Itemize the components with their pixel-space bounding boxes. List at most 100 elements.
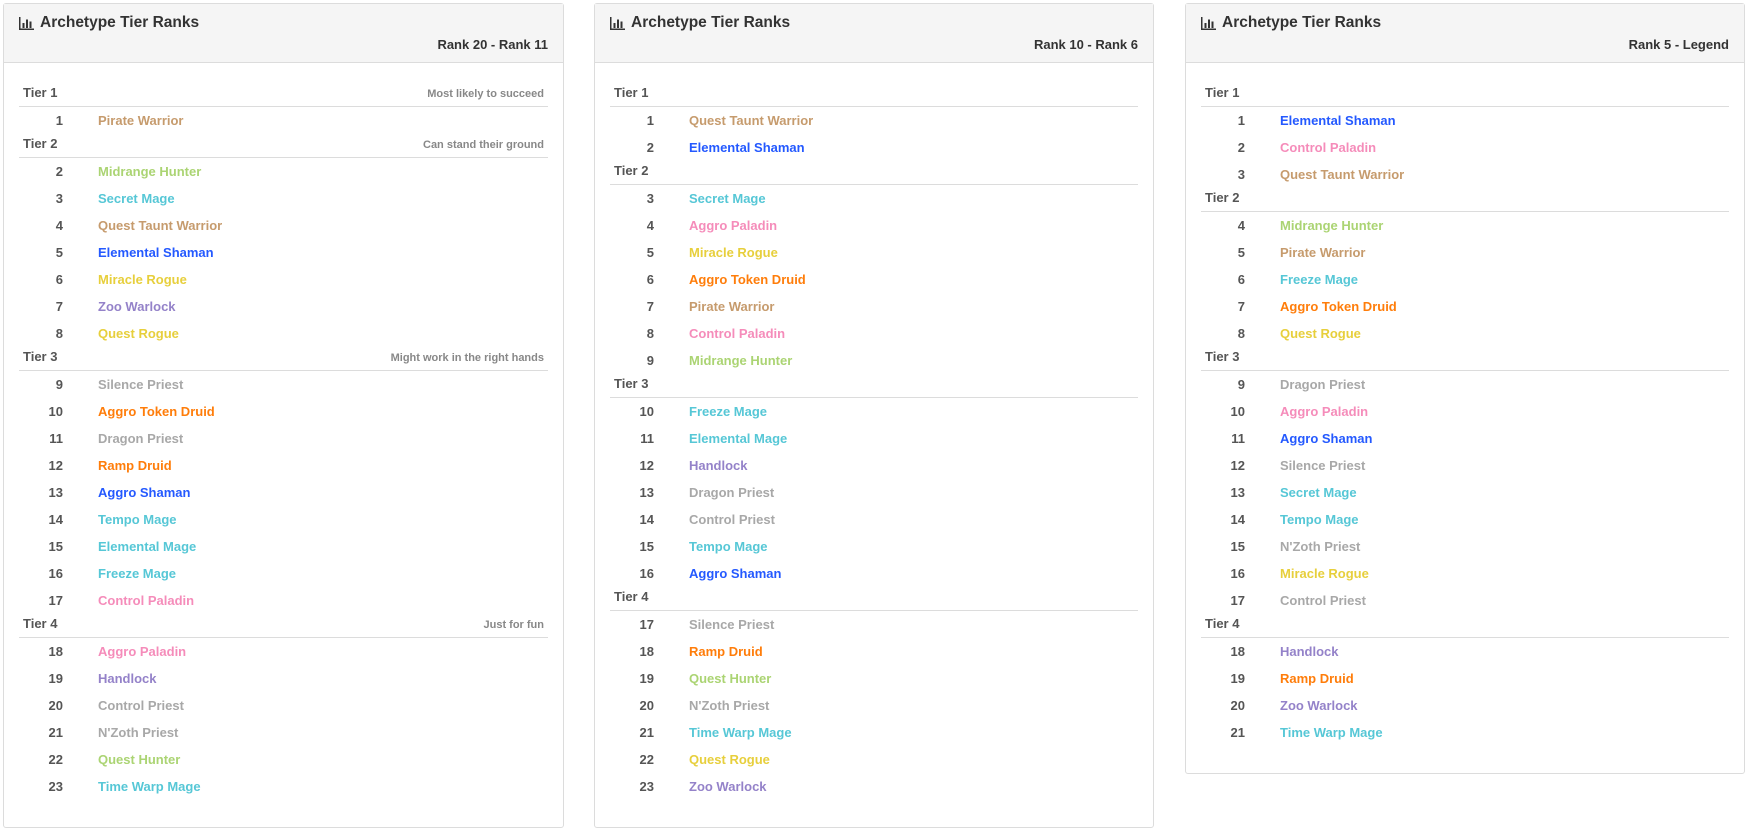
- archetype-name-link[interactable]: Pirate Warrior: [98, 113, 184, 128]
- archetype-name-link[interactable]: Time Warp Mage: [1280, 725, 1383, 740]
- archetype-row: 10 Freeze Mage: [610, 398, 1138, 425]
- archetype-rank: 17: [48, 593, 63, 608]
- archetype-name-link[interactable]: Time Warp Mage: [98, 779, 201, 794]
- archetype-name-link[interactable]: N'Zoth Priest: [689, 698, 769, 713]
- archetype-row: 17 Silence Priest: [610, 611, 1138, 638]
- archetype-name-link[interactable]: Quest Rogue: [1280, 326, 1361, 341]
- archetype-name-link[interactable]: Midrange Hunter: [1280, 218, 1383, 233]
- archetype-name-link[interactable]: Handlock: [689, 458, 748, 473]
- archetype-name-link[interactable]: Midrange Hunter: [689, 353, 792, 368]
- archetype-name-link[interactable]: Control Priest: [689, 512, 775, 527]
- archetype-name-link[interactable]: Secret Mage: [98, 191, 175, 206]
- archetype-name-link[interactable]: Time Warp Mage: [689, 725, 792, 740]
- archetype-name-link[interactable]: Miracle Rogue: [98, 272, 187, 287]
- archetype-name-link[interactable]: Aggro Token Druid: [689, 272, 806, 287]
- archetype-row: 17 Control Priest: [1201, 587, 1729, 614]
- archetype-rank: 7: [55, 299, 63, 314]
- archetype-name-link[interactable]: Dragon Priest: [98, 431, 183, 446]
- archetype-name-link[interactable]: Freeze Mage: [1280, 272, 1358, 287]
- archetype-name-link[interactable]: Aggro Shaman: [689, 566, 781, 581]
- archetype-rank: 6: [1237, 272, 1245, 287]
- archetype-rank: 1: [646, 113, 654, 128]
- archetype-rank: 16: [639, 566, 654, 581]
- archetype-name-link[interactable]: Quest Hunter: [689, 671, 771, 686]
- archetype-name-link[interactable]: Silence Priest: [98, 377, 183, 392]
- archetype-name-link[interactable]: Aggro Token Druid: [1280, 299, 1397, 314]
- archetype-name-link[interactable]: Control Paladin: [689, 326, 785, 341]
- archetype-name-link[interactable]: Tempo Mage: [1280, 512, 1359, 527]
- archetype-name-link[interactable]: Quest Rogue: [98, 326, 179, 341]
- archetype-row: 19 Ramp Druid: [1201, 665, 1729, 692]
- archetype-name-link[interactable]: Secret Mage: [689, 191, 766, 206]
- archetype-name-link[interactable]: N'Zoth Priest: [1280, 539, 1360, 554]
- archetype-name-link[interactable]: Ramp Druid: [98, 458, 172, 473]
- archetype-name-link[interactable]: Aggro Paladin: [689, 218, 777, 233]
- archetype-name-link[interactable]: Aggro Token Druid: [98, 404, 215, 419]
- archetype-name-link[interactable]: Zoo Warlock: [98, 299, 176, 314]
- archetype-name-link[interactable]: Aggro Paladin: [98, 644, 186, 659]
- archetype-name-link[interactable]: Zoo Warlock: [1280, 698, 1358, 713]
- archetype-name-link[interactable]: Dragon Priest: [689, 485, 774, 500]
- tier-description: Just for fun: [483, 619, 545, 631]
- archetype-name-link[interactable]: Quest Taunt Warrior: [98, 218, 222, 233]
- archetype-name-link[interactable]: Ramp Druid: [1280, 671, 1354, 686]
- archetype-name-link[interactable]: N'Zoth Priest: [98, 725, 178, 740]
- archetype-row: 4 Aggro Paladin: [610, 212, 1138, 239]
- archetype-row: 22 Quest Rogue: [610, 746, 1138, 773]
- archetype-name-link[interactable]: Secret Mage: [1280, 485, 1357, 500]
- archetype-row: 5 Elemental Shaman: [19, 239, 548, 266]
- archetype-row: 13 Dragon Priest: [610, 479, 1138, 506]
- archetype-name-link[interactable]: Aggro Shaman: [98, 485, 190, 500]
- archetype-name-link[interactable]: Tempo Mage: [689, 539, 768, 554]
- archetype-name-link[interactable]: Quest Hunter: [98, 752, 180, 767]
- archetype-row: 15 N'Zoth Priest: [1201, 533, 1729, 560]
- archetype-name-link[interactable]: Elemental Shaman: [689, 140, 805, 155]
- archetype-name-link[interactable]: Aggro Paladin: [1280, 404, 1368, 419]
- archetype-name-link[interactable]: Silence Priest: [689, 617, 774, 632]
- archetype-name-link[interactable]: Dragon Priest: [1280, 377, 1365, 392]
- tier-label: Tier 4: [23, 616, 58, 631]
- tier-header: Tier 1: [610, 83, 1138, 107]
- archetype-name-link[interactable]: Elemental Shaman: [1280, 113, 1396, 128]
- archetype-rank: 6: [646, 272, 654, 287]
- archetype-name-link[interactable]: Handlock: [98, 671, 157, 686]
- archetype-row: 18 Ramp Druid: [610, 638, 1138, 665]
- archetype-rank: 9: [1237, 377, 1245, 392]
- archetype-name-link[interactable]: Silence Priest: [1280, 458, 1365, 473]
- archetype-name-link[interactable]: Elemental Mage: [689, 431, 787, 446]
- archetype-name-link[interactable]: Pirate Warrior: [689, 299, 775, 314]
- archetype-name-link[interactable]: Midrange Hunter: [98, 164, 201, 179]
- archetype-rank: 15: [1230, 539, 1245, 554]
- archetype-name-link[interactable]: Tempo Mage: [98, 512, 177, 527]
- panel-body: Tier 1 1 Elemental Shaman 2 Control Paladin 3…: [1186, 63, 1744, 746]
- archetype-name-link[interactable]: Pirate Warrior: [1280, 245, 1366, 260]
- tier-description: Can stand their ground: [423, 139, 544, 151]
- archetype-name-link[interactable]: Quest Rogue: [689, 752, 770, 767]
- archetype-name-link[interactable]: Control Priest: [98, 698, 184, 713]
- archetype-row: 14 Tempo Mage: [19, 506, 548, 533]
- archetype-name-link[interactable]: Control Priest: [1280, 593, 1366, 608]
- tier-label: Tier 1: [23, 85, 58, 100]
- archetype-row: 9 Midrange Hunter: [610, 347, 1138, 374]
- archetype-name-link[interactable]: Freeze Mage: [98, 566, 176, 581]
- archetype-name-link[interactable]: Handlock: [1280, 644, 1339, 659]
- archetype-name-link[interactable]: Control Paladin: [1280, 140, 1376, 155]
- archetype-name-link[interactable]: Miracle Rogue: [1280, 566, 1369, 581]
- tier-label: Tier 2: [1205, 190, 1240, 205]
- archetype-rank: 12: [639, 458, 654, 473]
- archetype-name-link[interactable]: Control Paladin: [98, 593, 194, 608]
- archetype-name-link[interactable]: Elemental Mage: [98, 539, 196, 554]
- archetype-name-link[interactable]: Zoo Warlock: [689, 779, 767, 794]
- archetype-name-link[interactable]: Miracle Rogue: [689, 245, 778, 260]
- archetype-rank: 18: [1230, 644, 1245, 659]
- archetype-name-link[interactable]: Elemental Shaman: [98, 245, 214, 260]
- archetype-rank: 3: [1237, 167, 1245, 182]
- archetype-name-link[interactable]: Ramp Druid: [689, 644, 763, 659]
- tier-panel-rank-10-6: Archetype Tier Ranks Rank 10 - Rank 6 Ti…: [594, 3, 1154, 828]
- archetype-name-link[interactable]: Aggro Shaman: [1280, 431, 1372, 446]
- archetype-name-link[interactable]: Quest Taunt Warrior: [689, 113, 813, 128]
- archetype-rank: 18: [639, 644, 654, 659]
- archetype-name-link[interactable]: Quest Taunt Warrior: [1280, 167, 1404, 182]
- archetype-name-link[interactable]: Freeze Mage: [689, 404, 767, 419]
- archetype-rank: 13: [48, 485, 63, 500]
